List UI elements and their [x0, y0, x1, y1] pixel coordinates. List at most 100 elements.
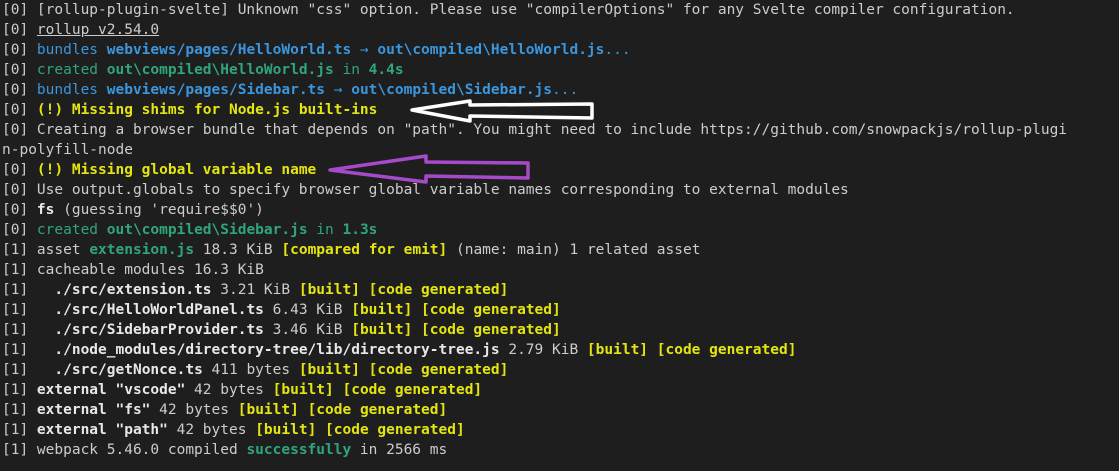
terminal-line: [0] (!) Missing shims for Node.js built-…	[2, 100, 1119, 120]
terminal-text-segment: [0] Creating a browser bundle that depen…	[2, 122, 1068, 138]
terminal-text-segment: 6.43 KiB	[263, 302, 352, 318]
terminal-text-segment: (guessing 'require$$0')	[54, 202, 264, 218]
terminal-text-segment: 42 bytes	[150, 402, 238, 418]
terminal-text-segment: [0]	[2, 62, 37, 78]
terminal-line: [1] ./src/HelloWorldPanel.ts 6.43 KiB [b…	[2, 300, 1119, 320]
terminal-line: [0] bundles webviews/pages/HelloWorld.ts…	[2, 40, 1119, 60]
terminal-text-segment: 3.21 KiB	[211, 282, 299, 298]
terminal-text-segment: (!) Missing shims for Node.js built-ins	[36, 102, 378, 118]
terminal-text-segment: [built] [code generated]	[351, 322, 561, 338]
terminal-text-segment: [built] [code generated]	[272, 382, 483, 398]
terminal-text-segment: [0]	[2, 22, 37, 38]
terminal-text-segment: rollup v2.54.0	[36, 22, 160, 38]
terminal-text-segment: [built] [code generated]	[237, 402, 448, 418]
terminal-text-segment: [1]	[2, 342, 55, 358]
terminal-text-segment: ./src/getNonce.ts	[54, 362, 203, 378]
terminal-text-segment: 4.4s	[368, 62, 404, 78]
terminal-text-segment: 42 bytes	[185, 382, 273, 398]
terminal-line: [0] bundles webviews/pages/Sidebar.ts → …	[2, 80, 1119, 100]
terminal-text-segment: webviews/pages/Sidebar.ts	[106, 82, 326, 98]
terminal-line: [0] created out\compiled\Sidebar.js in 1…	[2, 220, 1119, 240]
terminal-line: [1] ./src/extension.ts 3.21 KiB [built] …	[2, 280, 1119, 300]
terminal-text-segment: ./node_modules/directory-tree/lib/direct…	[54, 342, 500, 358]
terminal-text-segment: bundles	[36, 42, 107, 58]
terminal-line: [1] external "fs" 42 bytes [built] [code…	[2, 400, 1119, 420]
terminal-line: [1] ./src/SidebarProvider.ts 3.46 KiB [b…	[2, 320, 1119, 340]
terminal-text-segment: [0]	[2, 222, 37, 238]
terminal-line: [0] (!) Missing global variable name	[2, 160, 1119, 180]
terminal-text-segment: [0]	[2, 82, 37, 98]
terminal-text-segment: external "vscode"	[36, 382, 186, 398]
terminal-text-segment: out\compiled\HelloWorld.js	[106, 62, 334, 78]
terminal-text-segment: fs	[36, 202, 55, 218]
terminal-text-segment: (!) Missing global variable name	[36, 162, 317, 178]
terminal-text-segment: [1]	[2, 402, 37, 418]
terminal-line: [0] created out\compiled\HelloWorld.js i…	[2, 60, 1119, 80]
terminal-text-segment: →	[325, 82, 352, 98]
terminal-text-segment: n-polyfill-node	[2, 142, 133, 158]
terminal-text-segment: [0]	[2, 42, 37, 58]
terminal-text-segment: [1]	[2, 322, 55, 338]
terminal-text-segment: bundles	[36, 82, 107, 98]
terminal-text-segment: out\compiled\HelloWorld.js	[377, 42, 605, 58]
terminal-text-segment: →	[351, 42, 378, 58]
terminal-text-segment: ./src/extension.ts	[54, 282, 212, 298]
terminal-line: [0] Creating a browser bundle that depen…	[2, 120, 1119, 140]
terminal-text-segment: webviews/pages/HelloWorld.ts	[106, 42, 352, 58]
terminal-text-segment: external "path"	[36, 422, 168, 438]
terminal-line: [0] fs (guessing 'require$$0')	[2, 200, 1119, 220]
terminal-text-segment: [1] webpack 5.46.0 compiled	[2, 442, 247, 458]
terminal-line: n-polyfill-node	[2, 140, 1119, 160]
terminal-output[interactable]: [0] [rollup-plugin-svelte] Unknown "css"…	[0, 0, 1119, 471]
terminal-text-segment: [1] cacheable modules 16.3 KiB	[2, 262, 264, 278]
terminal-text-segment: 3.46 KiB	[263, 322, 352, 338]
terminal-line: [1] ./src/getNonce.ts 411 bytes [built] …	[2, 360, 1119, 380]
terminal-text-segment: 1.3s	[342, 222, 378, 238]
terminal-text-segment: [built] [code generated]	[298, 282, 509, 298]
terminal-text-segment: [0] [rollup-plugin-svelte] Unknown "css"…	[2, 2, 1015, 18]
terminal-text-segment: created	[36, 62, 107, 78]
terminal-text-segment: successfully	[246, 442, 352, 458]
terminal-text-segment: extension.js	[89, 242, 195, 258]
terminal-text-segment: in 2566 ms	[351, 442, 448, 458]
terminal-text-segment: [0]	[2, 162, 37, 178]
terminal-line: [0] [rollup-plugin-svelte] Unknown "css"…	[2, 0, 1119, 20]
terminal-text-segment: [1]	[2, 302, 55, 318]
terminal-line: [1] webpack 5.46.0 compiled successfully…	[2, 440, 1119, 460]
terminal-text-segment: ...	[604, 42, 631, 58]
terminal-text-segment: out\compiled\Sidebar.js	[106, 222, 308, 238]
terminal-text-segment: [built] [code generated]	[298, 362, 509, 378]
terminal-line: [1] external "path" 42 bytes [built] [co…	[2, 420, 1119, 440]
terminal-text-segment: [built] [code generated]	[351, 302, 561, 318]
terminal-line: [0] Use output.globals to specify browse…	[2, 180, 1119, 200]
terminal-line: [1] ./node_modules/directory-tree/lib/di…	[2, 340, 1119, 360]
terminal-text-segment: in	[333, 62, 369, 78]
terminal-text-segment: [0]	[2, 102, 37, 118]
terminal-line: [1] external "vscode" 42 bytes [built] […	[2, 380, 1119, 400]
terminal-text-segment: [0] Use output.globals to specify browse…	[2, 182, 849, 198]
terminal-line: [1] cacheable modules 16.3 KiB	[2, 260, 1119, 280]
terminal-text-segment: in	[307, 222, 343, 238]
terminal-text-segment: [built] [code generated]	[255, 422, 465, 438]
terminal-text-segment: 2.79 KiB	[499, 342, 587, 358]
terminal-text-segment: [1]	[2, 382, 37, 398]
terminal-text-segment: out\compiled\Sidebar.js	[351, 82, 553, 98]
terminal-text-segment: (name: main) 1 related asset	[447, 242, 701, 258]
terminal-text-segment: ./src/HelloWorldPanel.ts	[54, 302, 264, 318]
terminal-text-segment: 42 bytes	[167, 422, 256, 438]
terminal-text-segment: [compared for emit]	[281, 242, 448, 258]
terminal-text-segment: 411 bytes	[202, 362, 299, 378]
terminal-text-segment: 18.3 KiB	[194, 242, 282, 258]
terminal-line: [1] asset extension.js 18.3 KiB [compare…	[2, 240, 1119, 260]
terminal-text-segment: [1]	[2, 282, 55, 298]
terminal-text-segment: [1] asset	[2, 242, 90, 258]
terminal-text-segment: [built] [code generated]	[586, 342, 797, 358]
terminal-text-segment: [1]	[2, 362, 55, 378]
terminal-text-segment: [0]	[2, 202, 37, 218]
terminal-text-segment: created	[36, 222, 107, 238]
terminal-text-segment: [1]	[2, 422, 37, 438]
terminal-text-segment: external "fs"	[36, 402, 151, 418]
terminal-text-segment: ...	[552, 82, 579, 98]
terminal-text-segment: ./src/SidebarProvider.ts	[54, 322, 264, 338]
terminal-line: [0] rollup v2.54.0	[2, 20, 1119, 40]
